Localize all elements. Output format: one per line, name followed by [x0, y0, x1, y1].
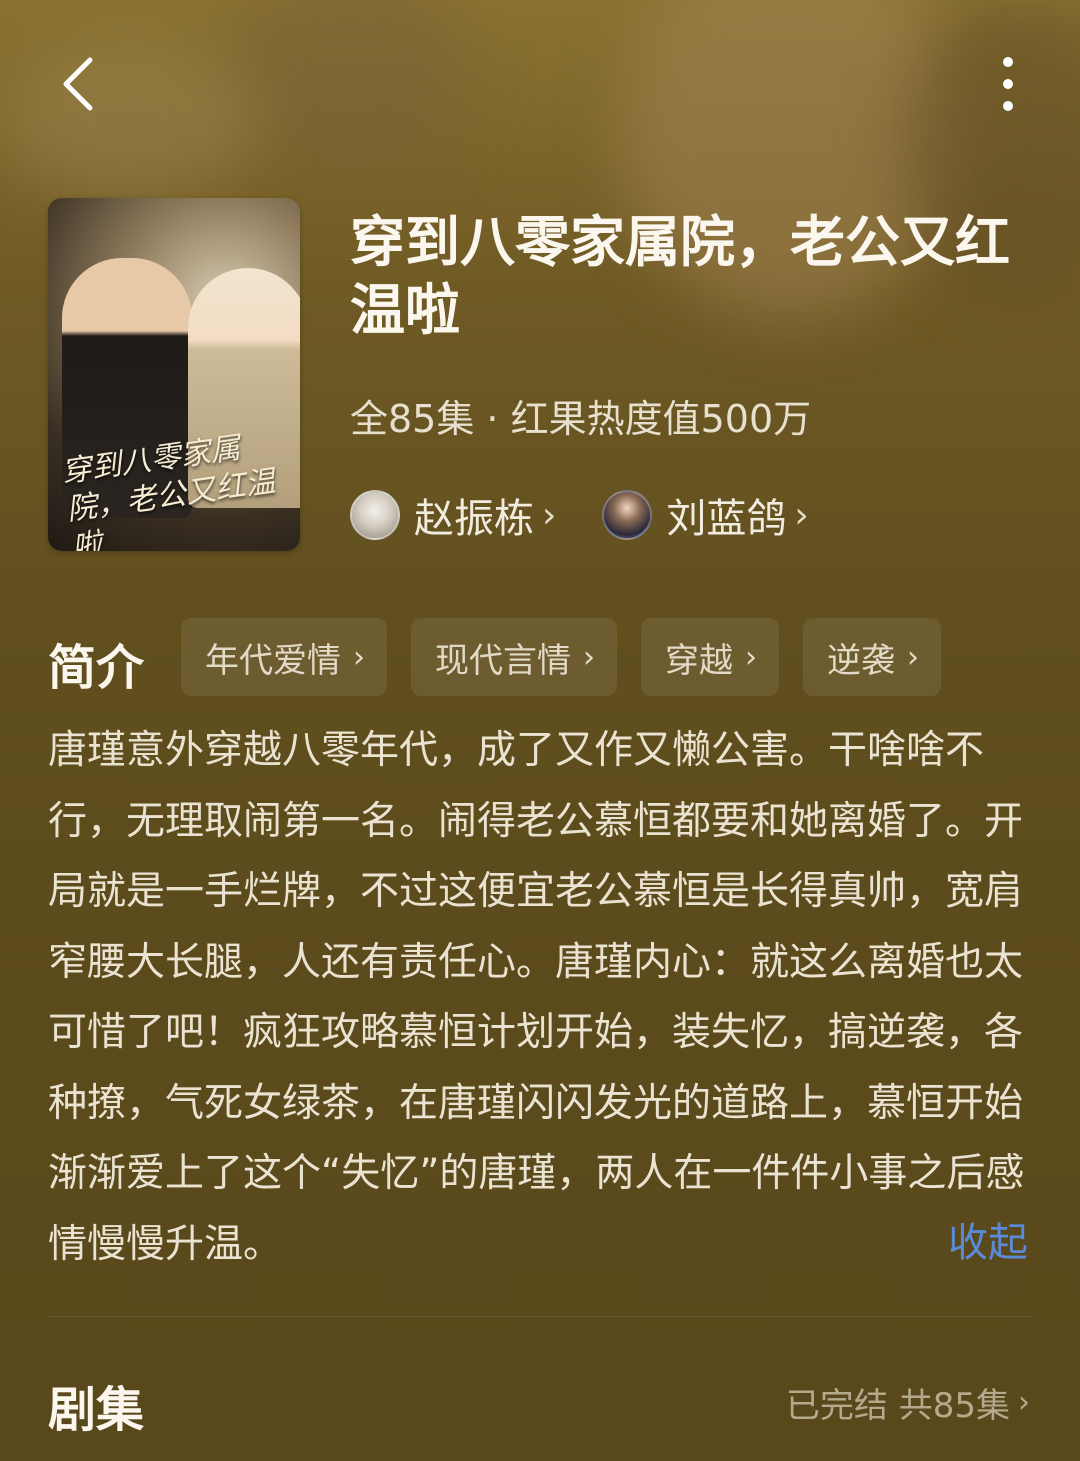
avatar	[350, 490, 400, 540]
avatar	[602, 490, 653, 540]
episodes-status-text: 已完结 共85集	[785, 1386, 1010, 1426]
tag-label: 年代爱情	[205, 640, 341, 681]
tag-label: 现代言情	[435, 640, 571, 681]
chevron-right-icon: ›	[1018, 1385, 1030, 1420]
cast-list: 赵振栋 › 刘蓝鸽 ›	[350, 490, 855, 542]
cast-name: 赵振栋	[414, 496, 534, 542]
chevron-right-icon: ›	[542, 494, 557, 536]
intro-heading: 简介	[48, 640, 145, 696]
cast-item-zhao[interactable]: 赵振栋 ›	[350, 486, 556, 544]
back-button[interactable]	[56, 54, 116, 114]
tag-comeback[interactable]: 逆袭 ›	[803, 618, 941, 696]
episodes-heading: 剧集	[48, 1382, 145, 1438]
poster-image[interactable]: 穿到八零家属院，老公又红温啦	[48, 198, 300, 551]
chevron-right-icon: ›	[745, 639, 757, 675]
synopsis-text: 唐瑾意外穿越八零年代，成了又作又懒公害。干啥啥不行，无理取闹第一名。闹得老公慕恒…	[48, 728, 1025, 1267]
chevron-right-icon: ›	[794, 494, 809, 536]
more-vertical-icon	[1003, 57, 1013, 111]
tag-time-travel[interactable]: 穿越 ›	[641, 618, 779, 696]
tag-modern-romance[interactable]: 现代言情 ›	[411, 618, 617, 696]
show-title: 穿到八零家属院，老公又红温啦	[350, 210, 1011, 342]
tag-label: 逆袭	[827, 640, 895, 681]
cast-item-liu[interactable]: 刘蓝鸽 ›	[602, 486, 809, 544]
chevron-left-icon	[63, 57, 93, 111]
more-options-button[interactable]	[988, 54, 1028, 114]
episodes-status-link[interactable]: 已完结 共85集 ›	[786, 1378, 1030, 1427]
divider	[48, 1316, 1032, 1317]
chevron-right-icon: ›	[353, 639, 365, 675]
tag-label: 穿越	[665, 640, 733, 681]
tag-era-romance[interactable]: 年代爱情 ›	[181, 618, 387, 696]
top-bar	[0, 40, 1080, 130]
chevron-right-icon: ›	[907, 639, 919, 675]
chevron-right-icon: ›	[583, 639, 595, 675]
show-meta: 全85集 · 红果热度值500万	[350, 397, 812, 441]
collapse-button[interactable]: 收起	[948, 1208, 1028, 1278]
cast-name: 刘蓝鸽	[666, 496, 787, 542]
genre-tags: 年代爱情 › 现代言情 › 穿越 › 逆袭 ›	[181, 618, 965, 696]
